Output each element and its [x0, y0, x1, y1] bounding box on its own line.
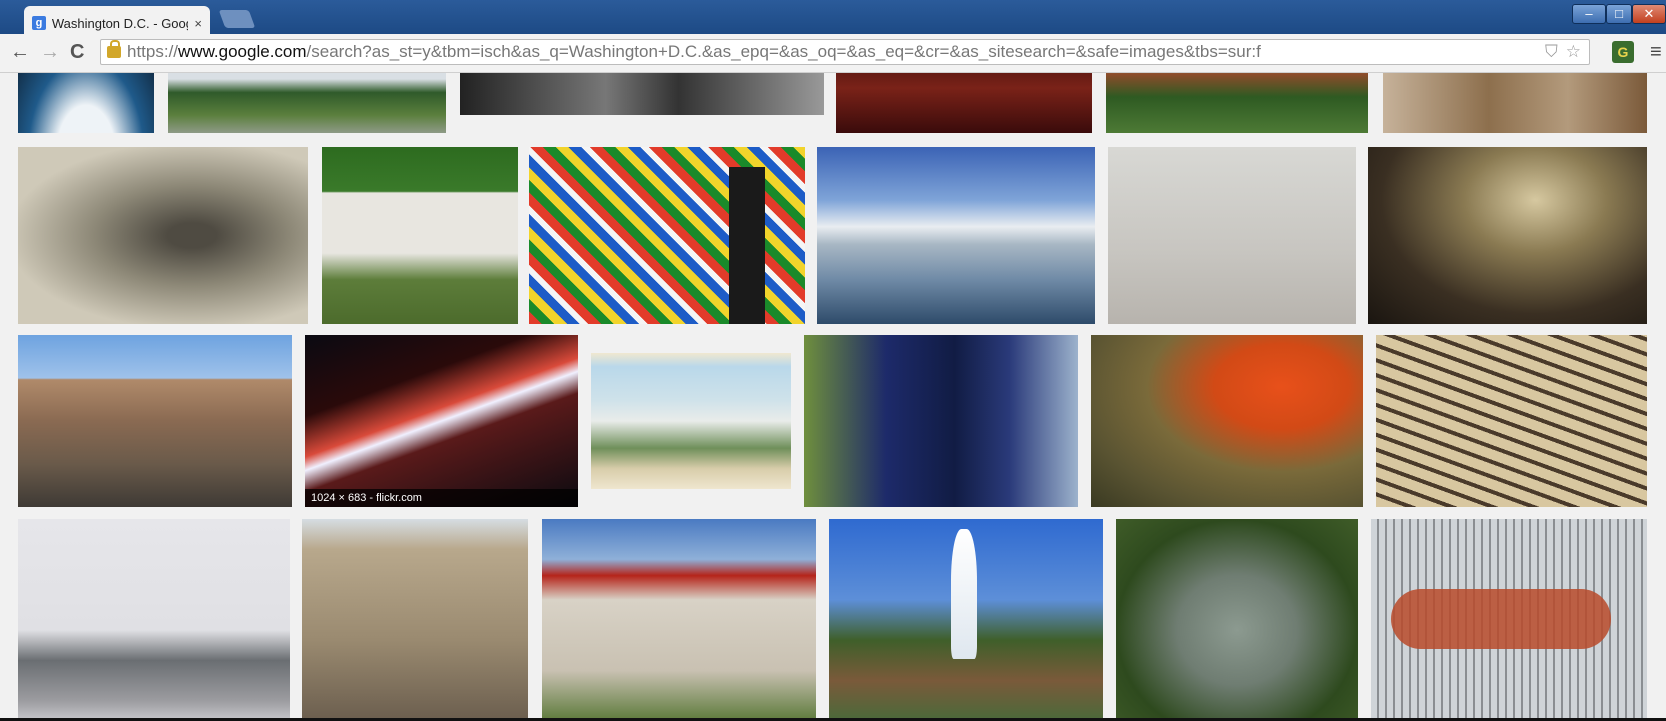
tower-shape	[729, 167, 765, 324]
image-thumbnail[interactable]	[1091, 335, 1363, 507]
image-thumbnail[interactable]	[18, 335, 292, 507]
image-thumbnail[interactable]	[18, 519, 290, 721]
google-favicon-icon: g	[32, 16, 46, 30]
image-results: 1024 × 683 - flickr.com	[0, 73, 1666, 721]
tab-title: Washington D.C. - Google	[51, 15, 189, 31]
image-thumbnail[interactable]	[18, 73, 154, 133]
extension-icon[interactable]: G	[1612, 41, 1634, 63]
image-thumbnail[interactable]	[18, 147, 308, 324]
forward-arrow-icon[interactable]: →	[40, 42, 60, 62]
image-thumbnail[interactable]	[1116, 519, 1358, 721]
tab-close-icon[interactable]: ×	[194, 16, 202, 31]
image-thumbnail[interactable]	[1368, 147, 1647, 324]
minimize-button[interactable]: –	[1572, 4, 1606, 24]
image-thumbnail[interactable]	[817, 147, 1095, 324]
image-thumbnail[interactable]	[542, 519, 816, 721]
image-thumbnail[interactable]	[1371, 519, 1647, 721]
image-thumbnail[interactable]	[168, 73, 446, 133]
maximize-button[interactable]: □	[1606, 4, 1632, 24]
star-icon[interactable]: ☆	[1566, 42, 1581, 62]
image-thumbnail[interactable]	[1106, 73, 1368, 133]
image-thumbnail[interactable]	[804, 335, 1078, 507]
image-thumbnail[interactable]	[1108, 147, 1356, 324]
image-thumbnail[interactable]	[302, 519, 528, 721]
image-thumbnail[interactable]	[460, 73, 824, 115]
shield-icon[interactable]: ⛉	[1545, 42, 1558, 62]
image-thumbnail[interactable]	[322, 147, 518, 324]
window-titlebar: g Washington D.C. - Google × – □ ✕	[0, 0, 1666, 34]
fountain-shape	[951, 529, 977, 659]
browser-tab[interactable]: g Washington D.C. - Google ×	[24, 6, 210, 34]
image-thumbnail[interactable]	[529, 147, 805, 324]
new-tab-button[interactable]	[218, 10, 256, 28]
back-arrow-icon[interactable]: ←	[10, 42, 30, 62]
image-thumbnail[interactable]	[829, 519, 1103, 721]
image-thumbnail[interactable]: 1024 × 683 - flickr.com	[305, 335, 578, 507]
image-thumbnail[interactable]	[1376, 335, 1647, 507]
image-caption: 1024 × 683 - flickr.com	[305, 489, 578, 507]
lock-icon	[107, 40, 121, 58]
address-bar[interactable]: https://www.google.com/search?as_st=y&tb…	[100, 39, 1590, 65]
reload-icon[interactable]: C	[70, 42, 84, 62]
browser-toolbar: ← → C https://www.google.com/search?as_s…	[0, 34, 1666, 73]
aircraft-shape	[1391, 589, 1611, 649]
image-thumbnail[interactable]	[591, 353, 791, 489]
close-window-button[interactable]: ✕	[1632, 4, 1666, 24]
url-text: https://www.google.com/search?as_st=y&tb…	[127, 42, 1261, 61]
menu-icon[interactable]: ≡	[1650, 42, 1662, 62]
image-thumbnail[interactable]	[1383, 73, 1647, 133]
image-thumbnail[interactable]	[836, 73, 1092, 133]
